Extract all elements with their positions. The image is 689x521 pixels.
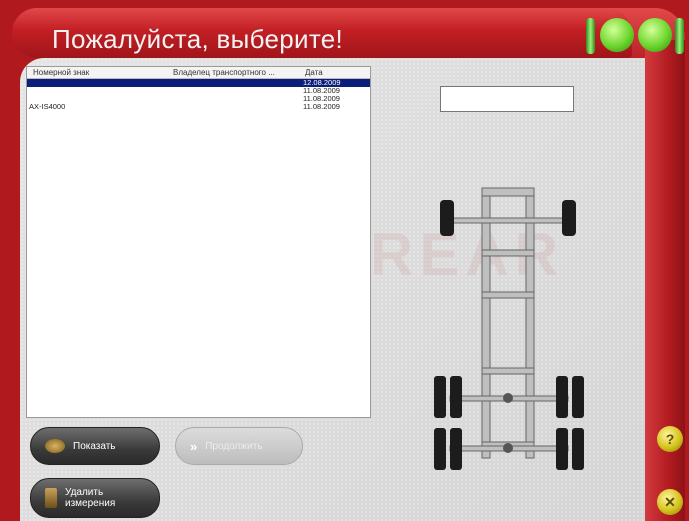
status-bar-indicator-right [675,18,684,54]
title-bar: Пожалуйста, выберите! [12,8,632,58]
plate-input[interactable] [440,86,574,112]
list-item[interactable]: AX-IS4000 11.08.2009 [27,103,370,111]
status-lamp-2 [638,18,672,52]
help-button[interactable]: ? [657,426,683,452]
eye-icon [45,439,65,453]
continue-button[interactable]: » Продолжить [175,427,303,465]
trash-icon [45,488,57,508]
status-bar-indicator-left [586,18,595,54]
double-arrow-icon: » [190,438,198,454]
show-button[interactable]: Показать [30,427,160,465]
page-title: Пожалуйста, выберите! [52,24,344,54]
column-header-plate[interactable]: Номерной знак [33,68,89,77]
column-header-date[interactable]: Дата [305,68,323,77]
close-button[interactable]: ✕ [657,489,683,515]
column-header-owner[interactable]: Владелец транспортного ... [173,68,275,77]
delete-measurements-button[interactable]: Удалить измерения [30,478,160,518]
status-lamp-1 [600,18,634,52]
vehicle-list[interactable]: Номерной знак Владелец транспортного ...… [26,66,371,418]
vehicle-chassis-diagram [434,187,584,470]
